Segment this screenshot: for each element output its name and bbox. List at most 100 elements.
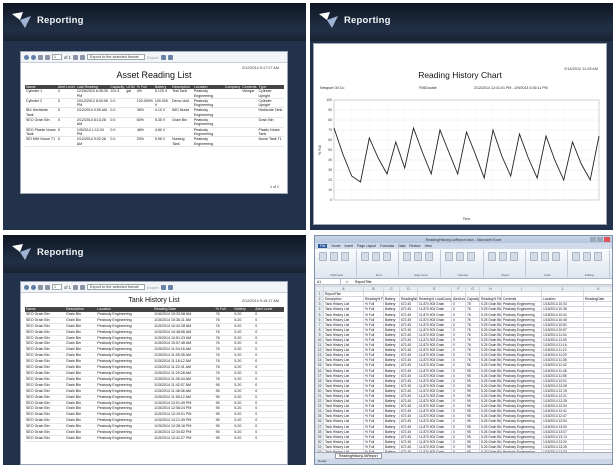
export-link[interactable]: Export xyxy=(147,285,159,290)
ribbon-button-icon[interactable] xyxy=(540,252,549,261)
refresh-icon[interactable] xyxy=(24,54,29,60)
sheet-cell[interactable]: 5.25 Grain Bin xyxy=(479,326,502,333)
sheet-cell[interactable]: 5.25 Grain Bin xyxy=(479,301,502,308)
ribbon-button-icon[interactable] xyxy=(551,252,560,261)
next-page-icon[interactable] xyxy=(73,54,78,60)
export-format-select[interactable]: Export to the selected format xyxy=(87,54,145,60)
sheet-cell[interactable]: 5.26 Grain Bin xyxy=(479,398,502,405)
ribbon-button-icon[interactable] xyxy=(341,252,349,261)
first-page-icon[interactable] xyxy=(38,284,43,290)
ribbon-button-icon[interactable] xyxy=(372,252,381,261)
page-input[interactable]: 1 xyxy=(52,54,62,60)
ribbon-button-icon[interactable] xyxy=(571,252,580,261)
sheet-cell[interactable]: Reading% Full xyxy=(363,296,384,303)
sheet-table[interactable]: ABCDEFGHIJKL1ReportTitle2DescriptionRead… xyxy=(315,286,612,452)
name-box[interactable]: A1 xyxy=(315,279,341,284)
sheet-cell[interactable]: 5.26 Grain Bin xyxy=(479,423,502,430)
sheet-cell[interactable]: 5.26 Grain Bin xyxy=(479,428,502,435)
sheet-cell[interactable]: 5.26 Grain Bin xyxy=(479,433,502,440)
ribbon-button-icon[interactable] xyxy=(414,252,423,261)
ribbon-tab[interactable]: Formulas xyxy=(380,244,394,248)
sheet-cell[interactable]: 5.26 Grain Bin xyxy=(479,372,502,379)
ribbon-tab[interactable]: Home xyxy=(331,244,340,248)
sheet-cell[interactable]: 5.26 Grain Bin xyxy=(479,392,502,400)
print-icon[interactable] xyxy=(167,284,173,290)
column-header[interactable]: Company xyxy=(223,85,242,90)
back-icon[interactable] xyxy=(31,284,36,290)
table-row[interactable]: SEO Grain Bin Grain Bin Peabody Engineerin… xyxy=(25,435,284,442)
sheet-cell[interactable]: 5.25 Grain Bin xyxy=(479,352,502,359)
prev-page-icon[interactable] xyxy=(45,54,50,60)
ribbon-button-icon[interactable] xyxy=(529,252,538,261)
sheet-cell[interactable]: 5.26 Grain Bin xyxy=(479,362,502,369)
sheet-cell[interactable]: 5.26 Grain Bin xyxy=(479,418,502,425)
formula-input[interactable]: ReportTitle xyxy=(353,280,371,284)
sheet-cell[interactable]: 5.25 Grain Bin xyxy=(479,342,502,349)
ribbon-button-icon[interactable] xyxy=(456,252,465,261)
last-page-icon[interactable] xyxy=(80,54,85,60)
table-row[interactable]: SEI MHI Nurse T1 0 2/12/2014 9:02:26 AM 0.0… xyxy=(25,136,284,147)
sheet-cell[interactable]: Reading% Fill xyxy=(479,296,502,303)
sheet-cell[interactable]: AlertLevel xyxy=(451,296,466,303)
ribbon-button-icon[interactable] xyxy=(445,252,454,261)
close-icon[interactable] xyxy=(604,237,610,242)
sheet-cell[interactable]: 5.26 Grain Bin xyxy=(479,377,502,384)
back-icon[interactable] xyxy=(31,54,36,60)
ribbon-tab[interactable]: File xyxy=(318,244,328,248)
table-row[interactable]: SEO Grain Bin 0 2/12/2014 8:13:28 AM 0.0 60%… xyxy=(25,117,284,128)
table-row[interactable]: Cylinder 2 0 10/12/2012 8:00:06 PM 0.0 100.0… xyxy=(25,98,284,109)
ribbon-button-icon[interactable] xyxy=(467,252,476,261)
ribbon-button-icon[interactable] xyxy=(319,252,327,261)
sheet-cell[interactable]: 5.25 Grain Bin xyxy=(479,347,502,354)
spreadsheet-grid[interactable]: ABCDEFGHIJKL1ReportTitle2DescriptionRead… xyxy=(315,286,612,452)
sheet-cell[interactable]: 5.26 Grain Bin xyxy=(479,382,502,389)
ribbon-button-icon[interactable] xyxy=(509,252,518,261)
table-row[interactable]: Cylinder 1 4 12/28/2010 6:35:35 PM 102.4 gal… xyxy=(25,89,284,99)
sheet-cell[interactable]: 5.26 Grain Bin xyxy=(479,403,502,410)
sheet-cell[interactable]: Reading% LocalCompany xyxy=(417,296,452,303)
sheet-cell[interactable]: 5.26 Grain Bin xyxy=(479,443,502,451)
ribbon-button-icon[interactable] xyxy=(487,252,496,261)
ribbon-button-icon[interactable] xyxy=(425,252,434,261)
sheet-cell[interactable]: 5.26 Grain Bin xyxy=(479,367,502,374)
ribbon-button-icon[interactable] xyxy=(582,252,591,261)
table-row[interactable]: IBX Herbicide Tank 0 2/12/2014 9:09 AM 0.0 3… xyxy=(25,107,284,119)
sheet-cell[interactable]: 5.25 Grain Bin xyxy=(479,336,502,344)
table-row[interactable]: SEO Plastic Nurse Tank 0 1/9/2014 1:12:24 … xyxy=(25,127,284,138)
ribbon-button-icon[interactable] xyxy=(498,252,507,261)
ribbon-tab[interactable]: Data xyxy=(398,244,405,248)
sheet-cell[interactable]: 5.25 Grain Bin xyxy=(479,316,502,323)
first-page-icon[interactable] xyxy=(38,54,43,60)
sheet-cell[interactable]: 5.25 Grain Bin xyxy=(479,311,502,318)
page-input[interactable]: 1 xyxy=(52,284,62,290)
ribbon-button-icon[interactable] xyxy=(383,252,392,261)
sheet-cell[interactable]: 5.25 Grain Bin xyxy=(479,306,502,313)
maximize-icon[interactable] xyxy=(597,237,603,242)
next-page-icon[interactable] xyxy=(73,284,78,290)
sheet-cell[interactable]: 5.26 Grain Bin xyxy=(479,357,502,364)
sheet-cell[interactable]: 5.25 Grain Bin xyxy=(479,331,502,338)
fx-icon[interactable]: fx xyxy=(341,280,353,284)
print-layout-icon[interactable] xyxy=(160,54,166,60)
refresh-icon[interactable] xyxy=(24,284,29,290)
ribbon-tab[interactable]: Review xyxy=(409,244,420,248)
ribbon-tab[interactable]: View xyxy=(424,244,431,248)
last-page-icon[interactable] xyxy=(80,284,85,290)
sheet-cell[interactable]: 5.25 Grain Bin xyxy=(479,321,502,328)
ribbon-button-icon[interactable] xyxy=(593,252,602,261)
sheet-cell[interactable]: 5.26 Grain Bin xyxy=(479,413,502,420)
print-layout-icon[interactable] xyxy=(160,284,166,290)
minimize-icon[interactable] xyxy=(590,237,596,242)
ribbon-button-icon[interactable] xyxy=(403,252,412,261)
export-link[interactable]: Export xyxy=(147,55,159,60)
prev-page-icon[interactable] xyxy=(45,284,50,290)
sheet-cell[interactable]: 5.26 Grain Bin xyxy=(479,408,502,415)
ribbon-tab[interactable]: Insert xyxy=(345,244,353,248)
sheet-cell[interactable]: CapacityQty xyxy=(465,296,480,303)
sheet-cell[interactable]: ReadingWo xyxy=(399,296,418,303)
sheet-cell[interactable]: 5.26 Grain Bin xyxy=(479,438,502,445)
print-icon[interactable] xyxy=(167,54,173,60)
ribbon-button-icon[interactable] xyxy=(361,252,370,261)
ribbon-tab[interactable]: Page Layout xyxy=(357,244,376,248)
export-format-select[interactable]: Export to the selected format xyxy=(87,284,145,290)
